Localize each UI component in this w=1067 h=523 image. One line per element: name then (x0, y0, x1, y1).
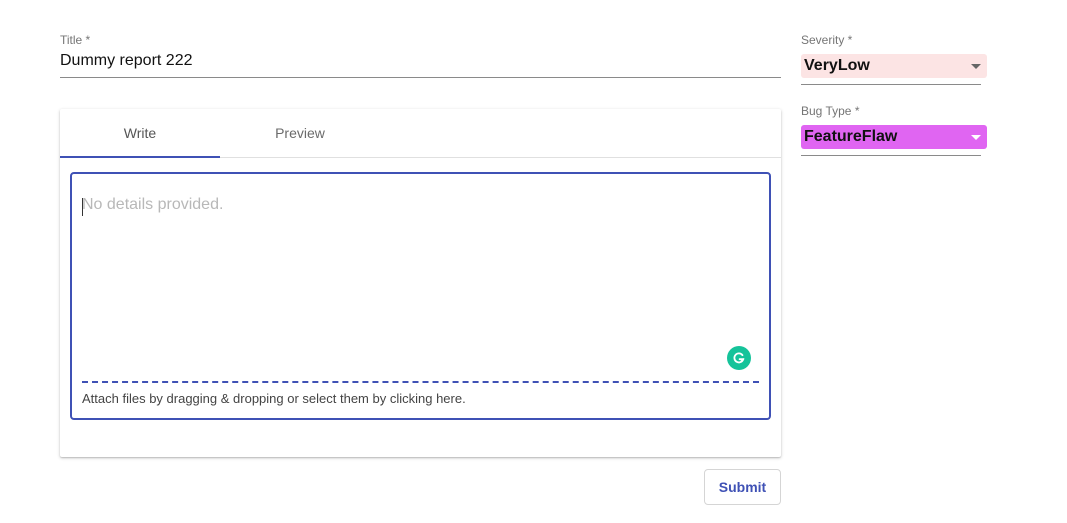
title-input[interactable]: Dummy report 222 (60, 48, 781, 78)
severity-value: VeryLow (804, 57, 870, 74)
bug-type-underline (801, 155, 981, 156)
editor-tabs: Write Preview (60, 109, 781, 158)
severity-select[interactable]: VeryLow (801, 54, 987, 78)
editor-card: Write Preview No details provided. Attac… (60, 109, 781, 457)
tab-write[interactable]: Write (60, 109, 220, 158)
bug-type-label: Bug Type * (801, 104, 860, 118)
grammarly-icon[interactable] (727, 346, 751, 370)
bug-type-select[interactable]: FeatureFlaw (801, 125, 987, 149)
bug-type-value: FeatureFlaw (804, 128, 898, 145)
title-label: Title * (60, 33, 91, 47)
tab-preview[interactable]: Preview (220, 109, 380, 157)
chevron-down-icon (971, 63, 981, 69)
severity-field: Severity * VeryLow (801, 32, 987, 85)
severity-label: Severity * (801, 33, 853, 47)
chevron-down-icon (971, 134, 981, 140)
severity-underline (801, 84, 981, 85)
title-field[interactable]: Title * Dummy report 222 (60, 32, 781, 78)
details-placeholder: No details provided. (82, 196, 224, 213)
bug-report-form: Title * Dummy report 222 Write Preview N… (0, 0, 1067, 523)
bug-type-field: Bug Type * FeatureFlaw (801, 103, 987, 156)
details-textarea[interactable]: No details provided. Attach files by dra… (70, 172, 771, 420)
attach-files-dropzone[interactable]: Attach files by dragging & dropping or s… (82, 391, 466, 406)
submit-button[interactable]: Submit (704, 469, 781, 505)
dropzone-divider (82, 381, 759, 383)
